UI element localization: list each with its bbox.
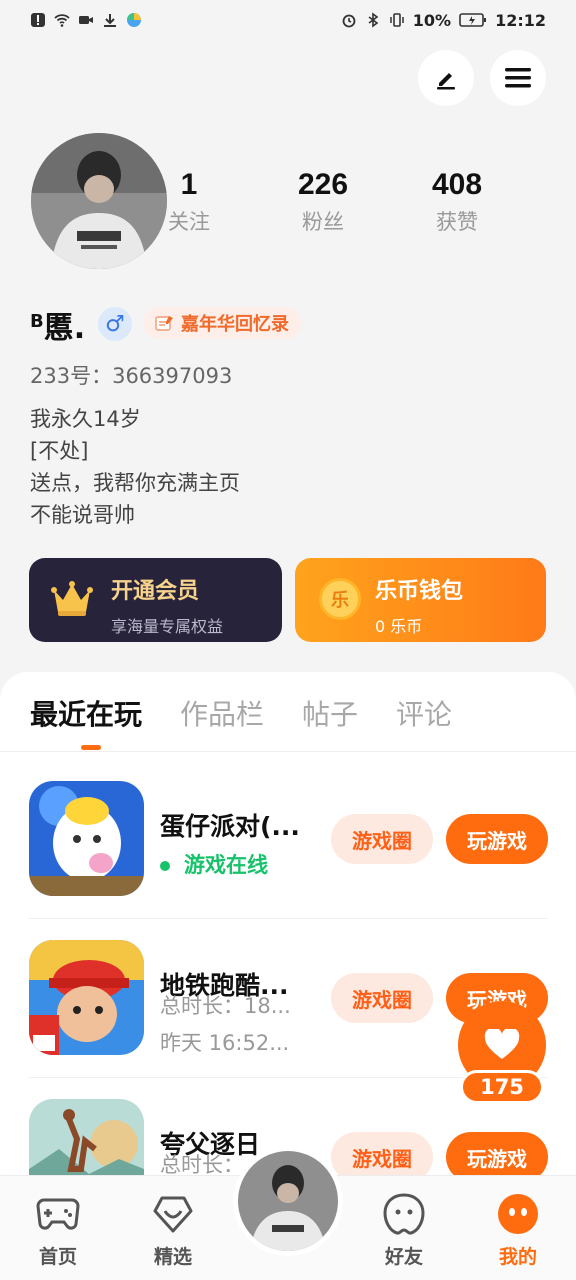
profile-tabs: 最近在玩 作品栏 帖子 评论 <box>30 693 452 733</box>
game-icon-eggy-party <box>29 781 144 896</box>
vip-membership-card[interactable]: 开通会员 享海量专属权益 <box>29 558 282 642</box>
stat-fans-count: 226 <box>297 168 349 201</box>
stat-following-label: 关注 <box>168 210 210 234</box>
name-text: 慝. <box>43 311 86 346</box>
stat-likes[interactable]: 408 获赞 <box>407 168 507 236</box>
tab-recently-played[interactable]: 最近在玩 <box>30 693 142 733</box>
nav-home-label: 首页 <box>38 1246 77 1268</box>
stat-fans-label: 粉丝 <box>302 210 344 234</box>
list-item[interactable]: 蛋仔派对(... 游戏在线 游戏圈 玩游戏 <box>0 781 576 941</box>
status-right: 10% 12:12 <box>341 11 546 30</box>
pencil-icon <box>437 73 455 90</box>
center-avatar-photo <box>238 1151 338 1251</box>
edit-profile-button[interactable] <box>418 50 474 106</box>
nav-me-label: 我的 <box>498 1246 537 1268</box>
online-dot-icon <box>160 861 170 871</box>
online-status: 游戏在线 <box>160 849 268 879</box>
tab-comments[interactable]: 评论 <box>396 693 452 733</box>
crown-icon <box>51 581 93 616</box>
bio-line: 我永久14岁 <box>30 407 141 431</box>
bio-line: 送点，我帮你充满主页 <box>30 471 240 495</box>
nav-friends-label: 好友 <box>384 1246 423 1268</box>
nav-featured-label: 精选 <box>153 1246 192 1268</box>
battery-icon <box>459 13 487 27</box>
game-circle-button[interactable]: 游戏圈 <box>331 973 433 1023</box>
user-id[interactable]: 233号：366397093 <box>30 360 232 390</box>
active-tab-indicator <box>81 745 101 750</box>
vibrate-icon <box>390 13 404 27</box>
nav-center-avatar[interactable] <box>233 1146 343 1256</box>
wallet-balance: 0 乐币 <box>375 617 423 636</box>
menu-button[interactable] <box>490 50 546 106</box>
battery-percent: 10% <box>412 10 452 30</box>
stat-fans[interactable]: 226 粉丝 <box>273 168 373 236</box>
like-count-badge: 175 <box>460 1070 544 1104</box>
play-game-button[interactable]: 玩游戏 <box>446 814 548 864</box>
tab-posts[interactable]: 帖子 <box>302 693 358 733</box>
game-title: 蛋仔派对(... <box>160 812 300 841</box>
bluetooth-icon <box>368 12 379 28</box>
game-circle-button[interactable]: 游戏圈 <box>331 814 433 864</box>
wifi-icon <box>54 14 70 27</box>
nav-me[interactable]: 我的 <box>478 1192 558 1269</box>
alert-icon <box>31 13 45 27</box>
status-bar: 10% 12:12 <box>0 0 576 40</box>
alarm-icon <box>342 14 356 28</box>
stat-likes-count: 408 <box>431 168 483 201</box>
badge-label: 嘉年华回忆录 <box>181 314 289 335</box>
nav-featured[interactable]: 精选 <box>133 1192 213 1269</box>
stat-following-count: 1 <box>180 168 198 201</box>
pinwheel-icon <box>127 13 141 27</box>
play-duration: 总时长：18... <box>160 994 291 1018</box>
gamepad-icon <box>36 1192 80 1236</box>
vip-title: 开通会员 <box>111 579 200 604</box>
nav-home[interactable]: 首页 <box>18 1192 98 1269</box>
bio-line: 不能说哥帅 <box>30 503 135 527</box>
name-prefix: B <box>30 311 44 332</box>
download-icon <box>104 14 116 27</box>
tabs-divider <box>0 751 576 752</box>
friend-face-icon <box>382 1192 426 1236</box>
heart-gem-icon <box>151 1192 195 1236</box>
me-face-icon <box>496 1192 540 1236</box>
carnival-memory-badge[interactable]: 嘉年华回忆录 <box>143 307 301 339</box>
online-status-label: 游戏在线 <box>184 853 268 877</box>
user-bio: 我永久14岁 [不处] 送点，我帮你充满主页 不能说哥帅 <box>30 403 240 531</box>
stat-likes-label: 获赞 <box>436 210 478 234</box>
bio-line: [不处] <box>30 439 89 463</box>
clock: 12:12 <box>495 10 546 30</box>
nav-friends[interactable]: 好友 <box>364 1192 444 1269</box>
heart-icon <box>484 1029 520 1059</box>
last-played: 昨天 16:52... <box>160 1031 290 1055</box>
gender-male-icon: ♂ <box>98 307 132 341</box>
vip-subtitle: 享海量专属权益 <box>111 617 224 636</box>
stat-following[interactable]: 1 关注 <box>139 168 239 236</box>
tab-works[interactable]: 作品栏 <box>180 693 264 733</box>
video-icon <box>79 16 93 24</box>
user-name: B慝. <box>30 303 85 347</box>
status-left <box>30 12 142 28</box>
game-icon-subway-surfers <box>29 940 144 1055</box>
coin-wallet-card[interactable]: 乐 乐币钱包 0 乐币 <box>295 558 546 642</box>
row-divider <box>29 918 547 919</box>
hamburger-icon <box>505 68 531 88</box>
wallet-title: 乐币钱包 <box>375 579 464 604</box>
memo-icon <box>155 316 173 331</box>
coin-icon: 乐 <box>319 578 361 620</box>
